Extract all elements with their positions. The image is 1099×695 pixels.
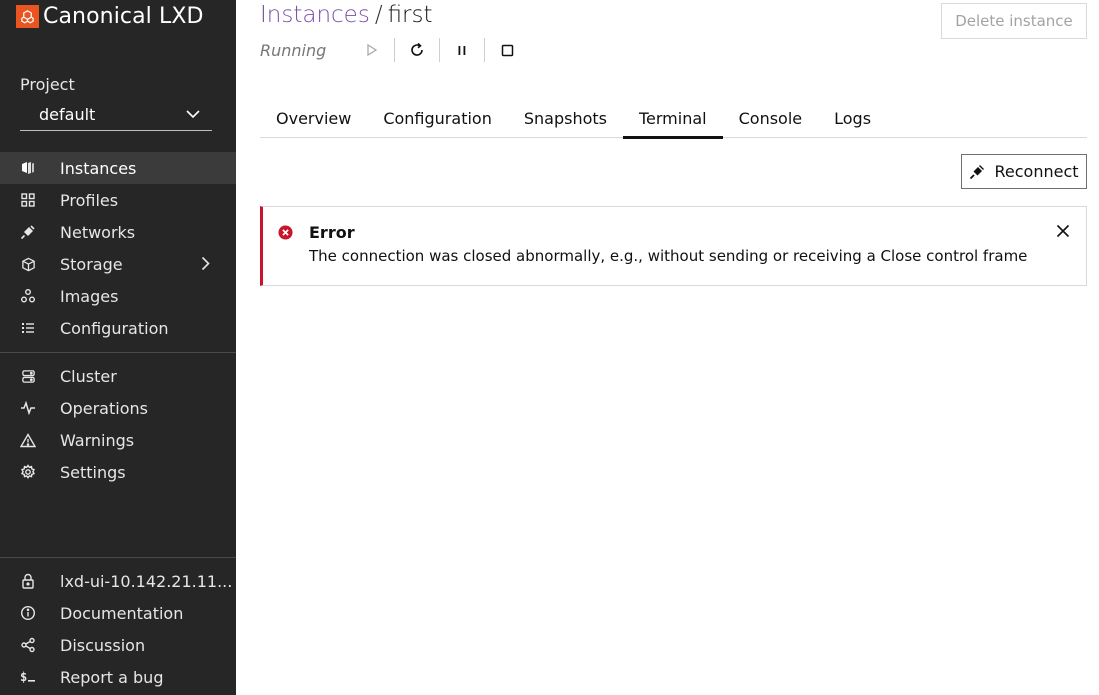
terminal-icon: $ [20, 669, 36, 685]
nav-footer: lxd-ui-10.142.21.11... Documentation Dis… [0, 565, 236, 693]
networks-icon [20, 224, 36, 240]
stop-icon [501, 44, 514, 56]
chevron-down-icon [186, 109, 200, 118]
instance-tabs: Overview Configuration Snapshots Termina… [260, 98, 1087, 139]
nav-item-label: Warnings [60, 430, 135, 450]
instance-status-controls: Running [260, 38, 530, 62]
breadcrumb-separator: / [374, 2, 383, 28]
close-icon[interactable] [1056, 224, 1070, 238]
nav-main: Instances Profiles Networks Storage Imag… [0, 152, 236, 344]
chevron-right-icon [201, 256, 210, 271]
nav-item-profiles[interactable]: Profiles [0, 184, 236, 216]
nav-item-networks[interactable]: Networks [0, 216, 236, 248]
profiles-icon [20, 192, 36, 208]
tab-console[interactable]: Console [723, 98, 819, 138]
nav-item-warnings[interactable]: Warnings [0, 424, 236, 456]
reconnect-label: Reconnect [994, 162, 1079, 181]
error-icon [278, 225, 293, 240]
pause-icon [458, 45, 466, 55]
plug-icon [970, 164, 985, 179]
stop-button[interactable] [485, 38, 530, 62]
reconnect-button[interactable]: Reconnect [961, 154, 1087, 189]
nav-item-label: Images [60, 286, 119, 306]
start-button[interactable] [350, 38, 395, 62]
nav-item-label: lxd-ui-10.142.21.11... [60, 571, 233, 591]
nav-item-label: Configuration [60, 318, 169, 338]
tab-snapshots[interactable]: Snapshots [508, 98, 623, 138]
nav-item-settings[interactable]: Settings [0, 456, 236, 488]
nav-item-label: Instances [60, 158, 137, 178]
restart-button[interactable] [395, 38, 440, 62]
instance-name: first [387, 2, 433, 28]
warning-icon [20, 432, 36, 448]
nav-item-storage[interactable]: Storage [0, 248, 236, 280]
page-title: Instances / first [260, 2, 433, 28]
nav-item-label: Report a bug [60, 667, 164, 687]
nav-item-label: Profiles [60, 190, 119, 210]
project-select[interactable]: default [20, 98, 212, 131]
nav-item-report-bug[interactable]: $ Report a bug [0, 661, 236, 693]
nav-item-operations[interactable]: Operations [0, 392, 236, 424]
sidebar-divider [0, 557, 236, 558]
sidebar-divider [0, 352, 236, 353]
error-message: The connection was closed abnormally, e.… [309, 247, 1028, 265]
images-icon [20, 288, 36, 304]
operations-icon [20, 400, 36, 416]
app-root: Canonical LXD Project default Instances … [0, 0, 1099, 695]
nav-item-cluster[interactable]: Cluster [0, 360, 236, 392]
configuration-icon [20, 320, 36, 336]
svg-text:$: $ [20, 670, 27, 684]
nav-item-discussion[interactable]: Discussion [0, 629, 236, 661]
nav-item-configuration[interactable]: Configuration [0, 312, 236, 344]
nav-item-documentation[interactable]: Documentation [0, 597, 236, 629]
tab-terminal[interactable]: Terminal [622, 98, 723, 139]
nav-secondary: Cluster Operations Warnings Settings [0, 360, 236, 488]
tab-configuration[interactable]: Configuration [367, 98, 508, 138]
tab-logs[interactable]: Logs [818, 98, 887, 138]
brand-name: Canonical LXD [43, 3, 204, 29]
nav-item-images[interactable]: Images [0, 280, 236, 312]
brand[interactable]: Canonical LXD [0, 0, 236, 32]
tab-overview[interactable]: Overview [260, 98, 367, 138]
nav-item-label: Settings [60, 462, 126, 482]
nav-item-label: Documentation [60, 603, 184, 623]
lock-icon [20, 573, 36, 589]
nav-item-login[interactable]: lxd-ui-10.142.21.11... [0, 565, 236, 597]
delete-instance-button[interactable]: Delete instance [941, 3, 1087, 39]
info-icon [20, 605, 36, 621]
nav-item-label: Cluster [60, 366, 117, 386]
freeze-button[interactable] [440, 38, 485, 62]
play-icon [367, 44, 377, 56]
sidebar: Canonical LXD Project default Instances … [0, 0, 236, 695]
breadcrumb-instances-link[interactable]: Instances [260, 2, 370, 28]
nav-item-label: Networks [60, 222, 136, 242]
share-icon [20, 637, 36, 653]
nav-item-label: Operations [60, 398, 148, 418]
lxd-logo-icon [16, 4, 39, 28]
cluster-icon [20, 368, 36, 384]
status-badge: Running [260, 40, 327, 60]
project-selected-value: default [39, 104, 96, 124]
error-title: Error [309, 223, 355, 242]
nav-item-label: Storage [60, 254, 123, 274]
main-content: Instances / first Running Delete instance … [236, 0, 1099, 695]
nav-item-label: Discussion [60, 635, 146, 655]
instances-icon [20, 160, 36, 176]
nav-item-instances[interactable]: Instances [0, 152, 236, 184]
error-notification: Error The connection was closed abnormal… [260, 206, 1087, 286]
storage-icon [20, 256, 36, 272]
restart-icon [411, 42, 423, 56]
settings-icon [20, 464, 36, 480]
project-label: Project [20, 75, 75, 94]
